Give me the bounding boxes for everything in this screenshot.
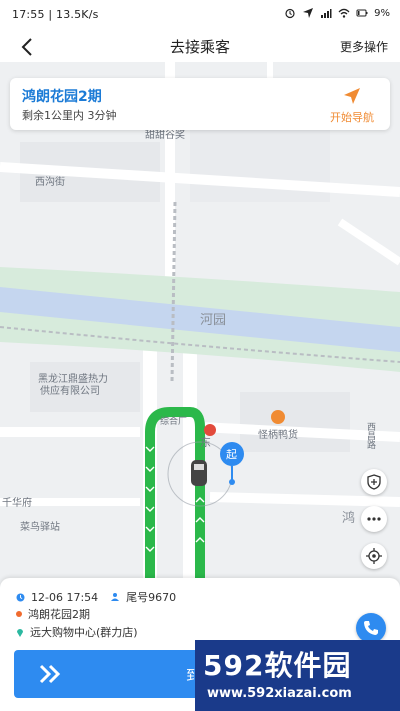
pickup-marker[interactable]: 起 — [226, 446, 237, 462]
battery-level: 9% — [374, 7, 390, 19]
passenger-tail-number: 尾号9670 — [126, 591, 177, 604]
remaining-distance-time: 剩余1公里内 3分钟 — [22, 109, 117, 122]
top-bar: 去接乘客 更多操作 — [0, 30, 400, 62]
map-label: 河园 — [200, 313, 227, 328]
more-map-options-button[interactable] — [361, 506, 387, 532]
destination-name: 鸿朗花园2期 — [22, 89, 102, 105]
watermark-url: www.592xiazai.com — [207, 686, 352, 701]
locate-icon — [366, 548, 382, 564]
map-label: 西昌路 — [365, 422, 375, 449]
phone-icon — [364, 621, 378, 635]
dropoff-row: 远大购物中心(群力店) — [16, 624, 138, 640]
map-label: 西沟街 — [35, 177, 65, 188]
more-options-button[interactable]: 更多操作 — [340, 38, 388, 55]
dropoff-address: 远大购物中心(群力店) — [30, 626, 138, 639]
map-label: 怪柄鸭货 — [258, 430, 298, 441]
watermark-brand: 592软件园 — [203, 649, 352, 682]
locate-me-button[interactable] — [361, 543, 387, 569]
watermark: 592软件园 www.592xiazai.com — [195, 640, 400, 711]
map-label: 供应有限公司 — [40, 386, 100, 397]
navigation-arrow-icon — [344, 88, 360, 104]
map-label: 综合厂 — [160, 417, 188, 427]
status-time: 17:55 | 13.5K/s — [12, 8, 99, 21]
map-label: 菜鸟驿站 — [20, 522, 60, 533]
status-bar: 17:55 | 13.5K/s 9% — [0, 0, 400, 30]
wifi-icon — [338, 8, 350, 18]
person-icon — [111, 593, 120, 601]
map-label: 东 — [200, 436, 211, 449]
battery-icon — [356, 9, 368, 17]
alarm-icon — [285, 8, 295, 19]
call-passenger-button[interactable] — [356, 613, 386, 643]
map-label: 鸿 — [342, 511, 356, 526]
pickup-address: 鸿朗花园2期 — [28, 608, 90, 621]
pickup-row: 鸿朗花园2期 — [16, 606, 90, 622]
safety-shield-button[interactable] — [361, 469, 387, 495]
destination-card: 鸿朗花园2期 剩余1公里内 3分钟 开始导航 — [10, 78, 390, 130]
more-dots-icon — [367, 517, 381, 521]
location-icon — [303, 8, 314, 18]
pickup-dot-icon — [16, 611, 22, 617]
map-label: 千华府 — [2, 498, 32, 509]
dropoff-pin-icon — [17, 629, 23, 637]
clock-icon — [16, 593, 25, 601]
map-view[interactable]: 西沟街 河园 黑龙江鼎盛热力 供应有限公司 东 怪柄鸭货 千华府 菜鸟驿站 鸿 … — [0, 62, 400, 582]
start-navigation-button[interactable]: 开始导航 — [322, 83, 382, 125]
shield-icon — [367, 474, 381, 490]
order-time: 12-06 17:54 — [31, 590, 99, 604]
signal-icon — [321, 9, 332, 18]
order-meta-row: 12-06 17:54 尾号9670 — [16, 589, 176, 605]
